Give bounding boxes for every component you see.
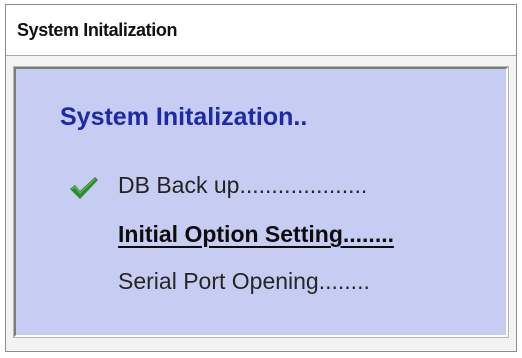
checkmark-icon xyxy=(70,177,98,199)
step-initial-option-setting: Initial Option Setting........ xyxy=(118,221,394,247)
title-bar: System Initalization xyxy=(6,5,516,56)
system-initialization-window: System Initalization System Initalizatio… xyxy=(5,4,517,352)
step-serial-port-opening: Serial Port Opening........ xyxy=(118,268,370,294)
step-db-backup: DB Back up.................... xyxy=(118,172,368,198)
panel-heading: System Initalization.. xyxy=(60,103,308,131)
window-title: System Initalization xyxy=(17,20,178,40)
progress-panel: System Initalization.. DB Back up.......… xyxy=(14,67,508,337)
